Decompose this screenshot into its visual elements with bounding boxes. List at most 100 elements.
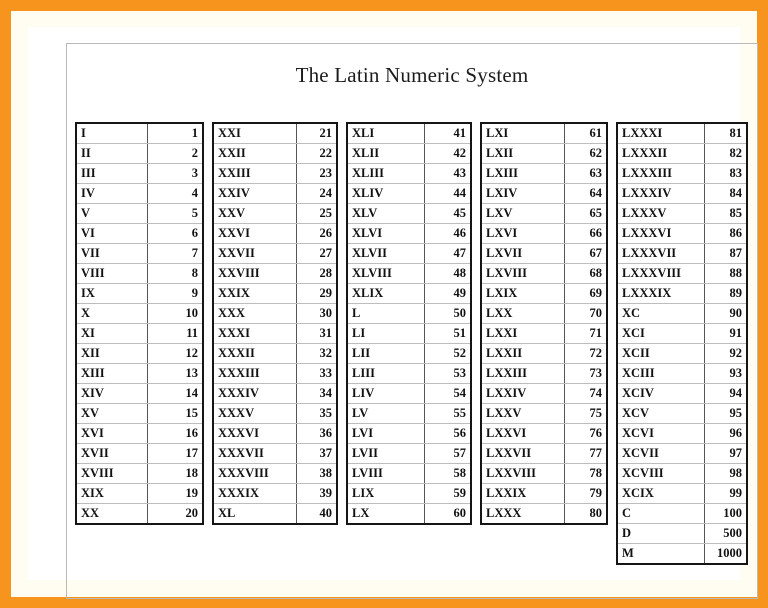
- table-row: XCVII 97: [617, 443, 747, 464]
- arabic-number-cell: 86: [704, 223, 747, 244]
- table-row: VII 7: [76, 243, 203, 264]
- roman-numeral-cell: XLVII: [347, 243, 425, 264]
- roman-numeral-cell: XII: [76, 343, 148, 364]
- arabic-number-cell: 74: [564, 383, 607, 404]
- table-row: I1: [76, 123, 203, 144]
- table-row: LXXIV 74: [481, 383, 607, 404]
- roman-numeral-cell: XIX: [76, 483, 148, 504]
- roman-numeral-cell: XLVIII: [347, 263, 425, 284]
- arabic-number-cell: 63: [564, 163, 607, 184]
- table-row: XXXVI 36: [213, 423, 337, 444]
- roman-numeral-cell: XLIII: [347, 163, 425, 184]
- table-row: LXIX 69: [481, 283, 607, 304]
- arabic-number-cell: 95: [704, 403, 747, 424]
- roman-numeral-cell: LXXIX: [481, 483, 565, 504]
- roman-numeral-cell: XCVIII: [617, 463, 705, 484]
- roman-numeral-cell: XXI: [213, 123, 297, 144]
- arabic-number-cell: 90: [704, 303, 747, 324]
- roman-numeral-cell: XXXIII: [213, 363, 297, 384]
- table-row: XCVI 96: [617, 423, 747, 444]
- arabic-number-cell: 67: [564, 243, 607, 264]
- arabic-number-cell: 12: [147, 343, 203, 364]
- arabic-number-cell: 91: [704, 323, 747, 344]
- arabic-number-cell: 88: [704, 263, 747, 284]
- roman-numeral-cell: LXXXV: [617, 203, 705, 224]
- roman-numeral-cell: X: [76, 303, 148, 324]
- roman-numeral-cell: LXXXVII: [617, 243, 705, 264]
- table-row: XXIV 24: [213, 183, 337, 204]
- roman-numeral-cell: LXIV: [481, 183, 565, 204]
- roman-numeral-cell: L: [347, 303, 425, 324]
- roman-numeral-cell: LIII: [347, 363, 425, 384]
- arabic-number-cell: 45: [424, 203, 471, 224]
- document-sheet: The Latin Numeric System I 1 II 2 III 3 IV 4 V 5 V…: [28, 27, 758, 599]
- table-row: LIV 54: [347, 383, 471, 404]
- table-row: XXXII 32: [213, 343, 337, 364]
- arabic-number-cell: 52: [424, 343, 471, 364]
- table-row: XXXIII 33: [213, 363, 337, 384]
- roman-numeral-cell: XXXVII: [213, 443, 297, 464]
- roman-numeral-cell: XXV: [213, 203, 297, 224]
- arabic-number-cell: 49: [424, 283, 471, 304]
- numeral-table-column-5: LXXXI 81 LXXXII 82 LXXXIII 83 LXXXIV 84 LXXXV 85 L…: [616, 122, 748, 565]
- table-row: XIV 14: [76, 383, 203, 404]
- arabic-number-cell: 77: [564, 443, 607, 464]
- arabic-number-cell: 99: [704, 483, 747, 504]
- arabic-number-cell: 17: [147, 443, 203, 464]
- roman-numeral-cell: XCIV: [617, 383, 705, 404]
- table-row: LII 52: [347, 343, 471, 364]
- roman-numeral-cell: LXXXVI: [617, 223, 705, 244]
- table-row: XXI 21: [213, 123, 337, 144]
- table-row: XCIX 99: [617, 483, 747, 504]
- table-row: XL 40: [213, 503, 337, 524]
- arabic-number-cell: 75: [564, 403, 607, 424]
- arabic-number-cell: 4: [147, 183, 203, 204]
- table-row: L 50: [347, 303, 471, 324]
- arabic-number-cell: 81: [704, 123, 747, 144]
- roman-numeral-cell: VIII: [76, 263, 148, 284]
- table-row: XLII 42: [347, 143, 471, 164]
- roman-numeral-cell: XLIX: [347, 283, 425, 304]
- roman-numeral-cell: LVI: [347, 423, 425, 444]
- arabic-number-cell: 43: [424, 163, 471, 184]
- roman-numeral-cell: LVIII: [347, 463, 425, 484]
- page-orange-border: The Latin Numeric System I 1 II 2 III 3 IV 4 V 5 V…: [0, 0, 768, 608]
- table-row: XV 15: [76, 403, 203, 424]
- numeral-table-column-1: I 1 II 2 III 3 IV 4 V 5 VI 6 VII 7 VIII 8 IX 9 X 10 XI 11 XII 1…: [75, 122, 204, 525]
- roman-numeral-cell: XVIII: [76, 463, 148, 484]
- table-row: VIII 8: [76, 263, 203, 284]
- table-row: LV 55: [347, 403, 471, 424]
- numeral-table-column-4: LXI 61 LXII 62 LXIII 63 LXIV 64 LXV 65 LXVI 66 LXVII…: [480, 122, 608, 525]
- arabic-number-cell: 36: [296, 423, 337, 444]
- arabic-number-cell: 59: [424, 483, 471, 504]
- roman-numeral-cell: XI: [76, 323, 148, 344]
- table-row: LXXXIX 89: [617, 283, 747, 304]
- roman-numeral-cell: XXXIV: [213, 383, 297, 404]
- roman-numeral-cell: LXV: [481, 203, 565, 224]
- roman-numeral-cell: XCIX: [617, 483, 705, 504]
- table-row: LX 60: [347, 503, 471, 524]
- arabic-number-cell: 25: [296, 203, 337, 224]
- roman-numeral-cell: XXII: [213, 143, 297, 164]
- roman-numeral-cell: XLI: [347, 123, 425, 144]
- arabic-number-cell: 21: [296, 123, 337, 144]
- table-row: LXXXII 82: [617, 143, 747, 164]
- roman-numeral-cell: I: [76, 123, 148, 144]
- table-row: XX 20: [76, 503, 203, 524]
- arabic-number-cell: 30: [296, 303, 337, 324]
- roman-numeral-cell: XXVIII: [213, 263, 297, 284]
- arabic-number-cell: 57: [424, 443, 471, 464]
- table-row: LXXXVI 86: [617, 223, 747, 244]
- arabic-number-cell: 500: [704, 523, 747, 544]
- table-row: XVI 16: [76, 423, 203, 444]
- table-row: M 1000: [617, 543, 747, 564]
- arabic-number-cell: 2: [147, 143, 203, 164]
- table-row: XXXIX 39: [213, 483, 337, 504]
- roman-numeral-cell: LXXII: [481, 343, 565, 364]
- table-row: LIII 53: [347, 363, 471, 384]
- roman-numeral-cell: LXXIII: [481, 363, 565, 384]
- table-row: XXXV 35: [213, 403, 337, 424]
- arabic-number-cell: 19: [147, 483, 203, 504]
- arabic-number-cell: 33: [296, 363, 337, 384]
- arabic-number-cell: 3: [147, 163, 203, 184]
